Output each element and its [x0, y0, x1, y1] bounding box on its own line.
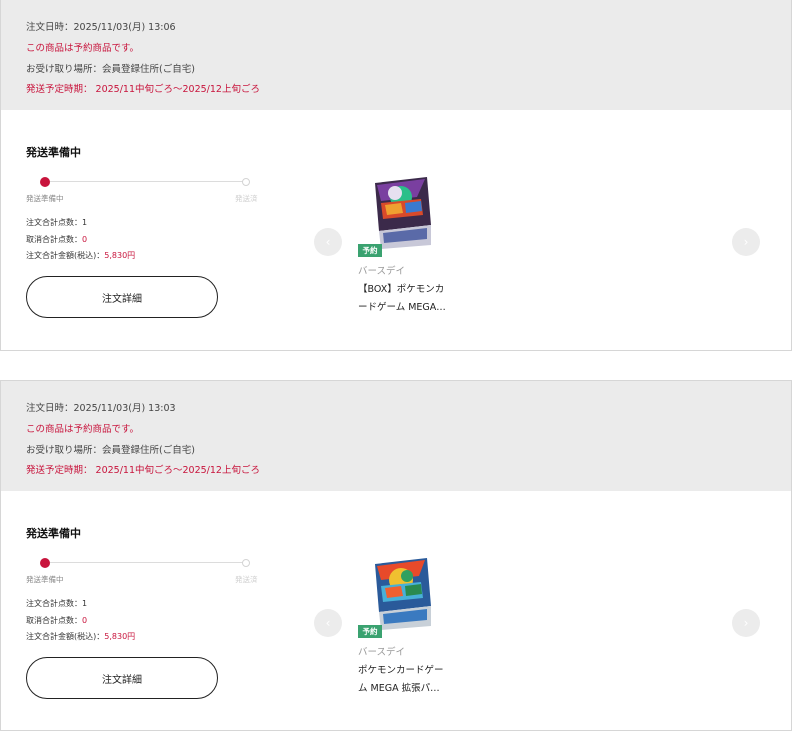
preorder-badge: 予約 [358, 244, 382, 257]
pickup-location: お受け取り場所：会員登録住所(ご自宅) [26, 64, 195, 75]
order-detail-button[interactable]: 注文詳細 [26, 276, 218, 318]
progress-track [45, 562, 246, 563]
progress-step-shipped [242, 559, 250, 567]
order-card: 注文日時：2025/11/03(月) 13:03 この商品は予約商品です。 お受… [0, 380, 792, 731]
total-items-value: 1 [82, 599, 88, 608]
total-items-label: 注文合計点数： [26, 218, 82, 227]
product-image[interactable] [371, 556, 433, 630]
order-datetime: 注文日時：2025/11/03(月) 13:03 [26, 403, 176, 414]
total-amount-value: 5,830円 [104, 251, 136, 260]
total-items-label: 注文合計点数： [26, 599, 82, 608]
progress-label-shipped: 発送済 [235, 194, 258, 203]
product-name[interactable]: ポケモンカードゲー ム MEGA 拡張パ… [358, 662, 458, 698]
progress-step-current [40, 558, 50, 568]
product-image[interactable] [371, 175, 433, 249]
ship-schedule: 発送予定時期： 2025/11中旬ごろ〜2025/12上旬ごろ [26, 84, 260, 95]
progress-step-current [40, 177, 50, 187]
progress-label-shipped: 発送済 [235, 575, 258, 584]
total-items-stat: 注文合計点数：1 [26, 598, 87, 609]
carousel-next-button[interactable]: › [732, 609, 760, 637]
cancelled-label: 取消合計点数： [26, 616, 82, 625]
carousel-next-button[interactable]: › [732, 228, 760, 256]
order-card: 注文日時：2025/11/03(月) 13:06 この商品は予約商品です。 お受… [0, 0, 792, 351]
total-items-stat: 注文合計点数：1 [26, 217, 87, 228]
cancelled-value: 0 [82, 235, 88, 244]
product-name-line-2: ム MEGA 拡張パ… [358, 683, 440, 694]
chevron-right-icon: › [743, 235, 749, 249]
total-amount-value: 5,830円 [104, 632, 136, 641]
chevron-right-icon: › [743, 616, 749, 630]
pickup-location: お受け取り場所：会員登録住所(ご自宅) [26, 445, 195, 456]
product-name-line-1: 【BOX】ポケモンカ [358, 284, 445, 295]
order-status: 発送準備中 [26, 146, 81, 159]
preorder-notice: この商品は予約商品です。 [26, 424, 140, 435]
progress-label-preparing: 発送準備中 [26, 194, 64, 203]
order-status: 発送準備中 [26, 527, 81, 540]
total-amount-label: 注文合計金額(税込)： [26, 251, 105, 260]
product-brand: バースデイ [358, 647, 406, 658]
order-detail-button[interactable]: 注文詳細 [26, 657, 218, 699]
preorder-badge: 予約 [358, 625, 382, 638]
order-header: 注文日時：2025/11/03(月) 13:03 この商品は予約商品です。 お受… [1, 381, 791, 491]
cancelled-label: 取消合計点数： [26, 235, 82, 244]
order-header: 注文日時：2025/11/03(月) 13:06 この商品は予約商品です。 お受… [1, 0, 791, 110]
carousel-prev-button[interactable]: ‹ [314, 609, 342, 637]
progress-step-shipped [242, 178, 250, 186]
product-name-line-2: ードゲーム MEGA… [358, 302, 446, 313]
progress-track [45, 181, 246, 182]
chevron-left-icon: ‹ [325, 235, 331, 249]
cancelled-stat: 取消合計点数：0 [26, 615, 87, 626]
cancelled-stat: 取消合計点数：0 [26, 234, 87, 245]
ship-schedule: 発送予定時期： 2025/11中旬ごろ〜2025/12上旬ごろ [26, 465, 260, 476]
chevron-left-icon: ‹ [325, 616, 331, 630]
total-amount-stat: 注文合計金額(税込)：5,830円 [26, 631, 135, 642]
total-amount-label: 注文合計金額(税込)： [26, 632, 105, 641]
product-brand: バースデイ [358, 266, 406, 277]
product-name[interactable]: 【BOX】ポケモンカ ードゲーム MEGA… [358, 281, 458, 317]
total-items-value: 1 [82, 218, 88, 227]
product-name-line-1: ポケモンカードゲー [358, 665, 444, 676]
total-amount-stat: 注文合計金額(税込)：5,830円 [26, 250, 135, 261]
preorder-notice: この商品は予約商品です。 [26, 43, 140, 54]
carousel-prev-button[interactable]: ‹ [314, 228, 342, 256]
progress-label-preparing: 発送準備中 [26, 575, 64, 584]
cancelled-value: 0 [82, 616, 88, 625]
order-datetime: 注文日時：2025/11/03(月) 13:06 [26, 22, 176, 33]
